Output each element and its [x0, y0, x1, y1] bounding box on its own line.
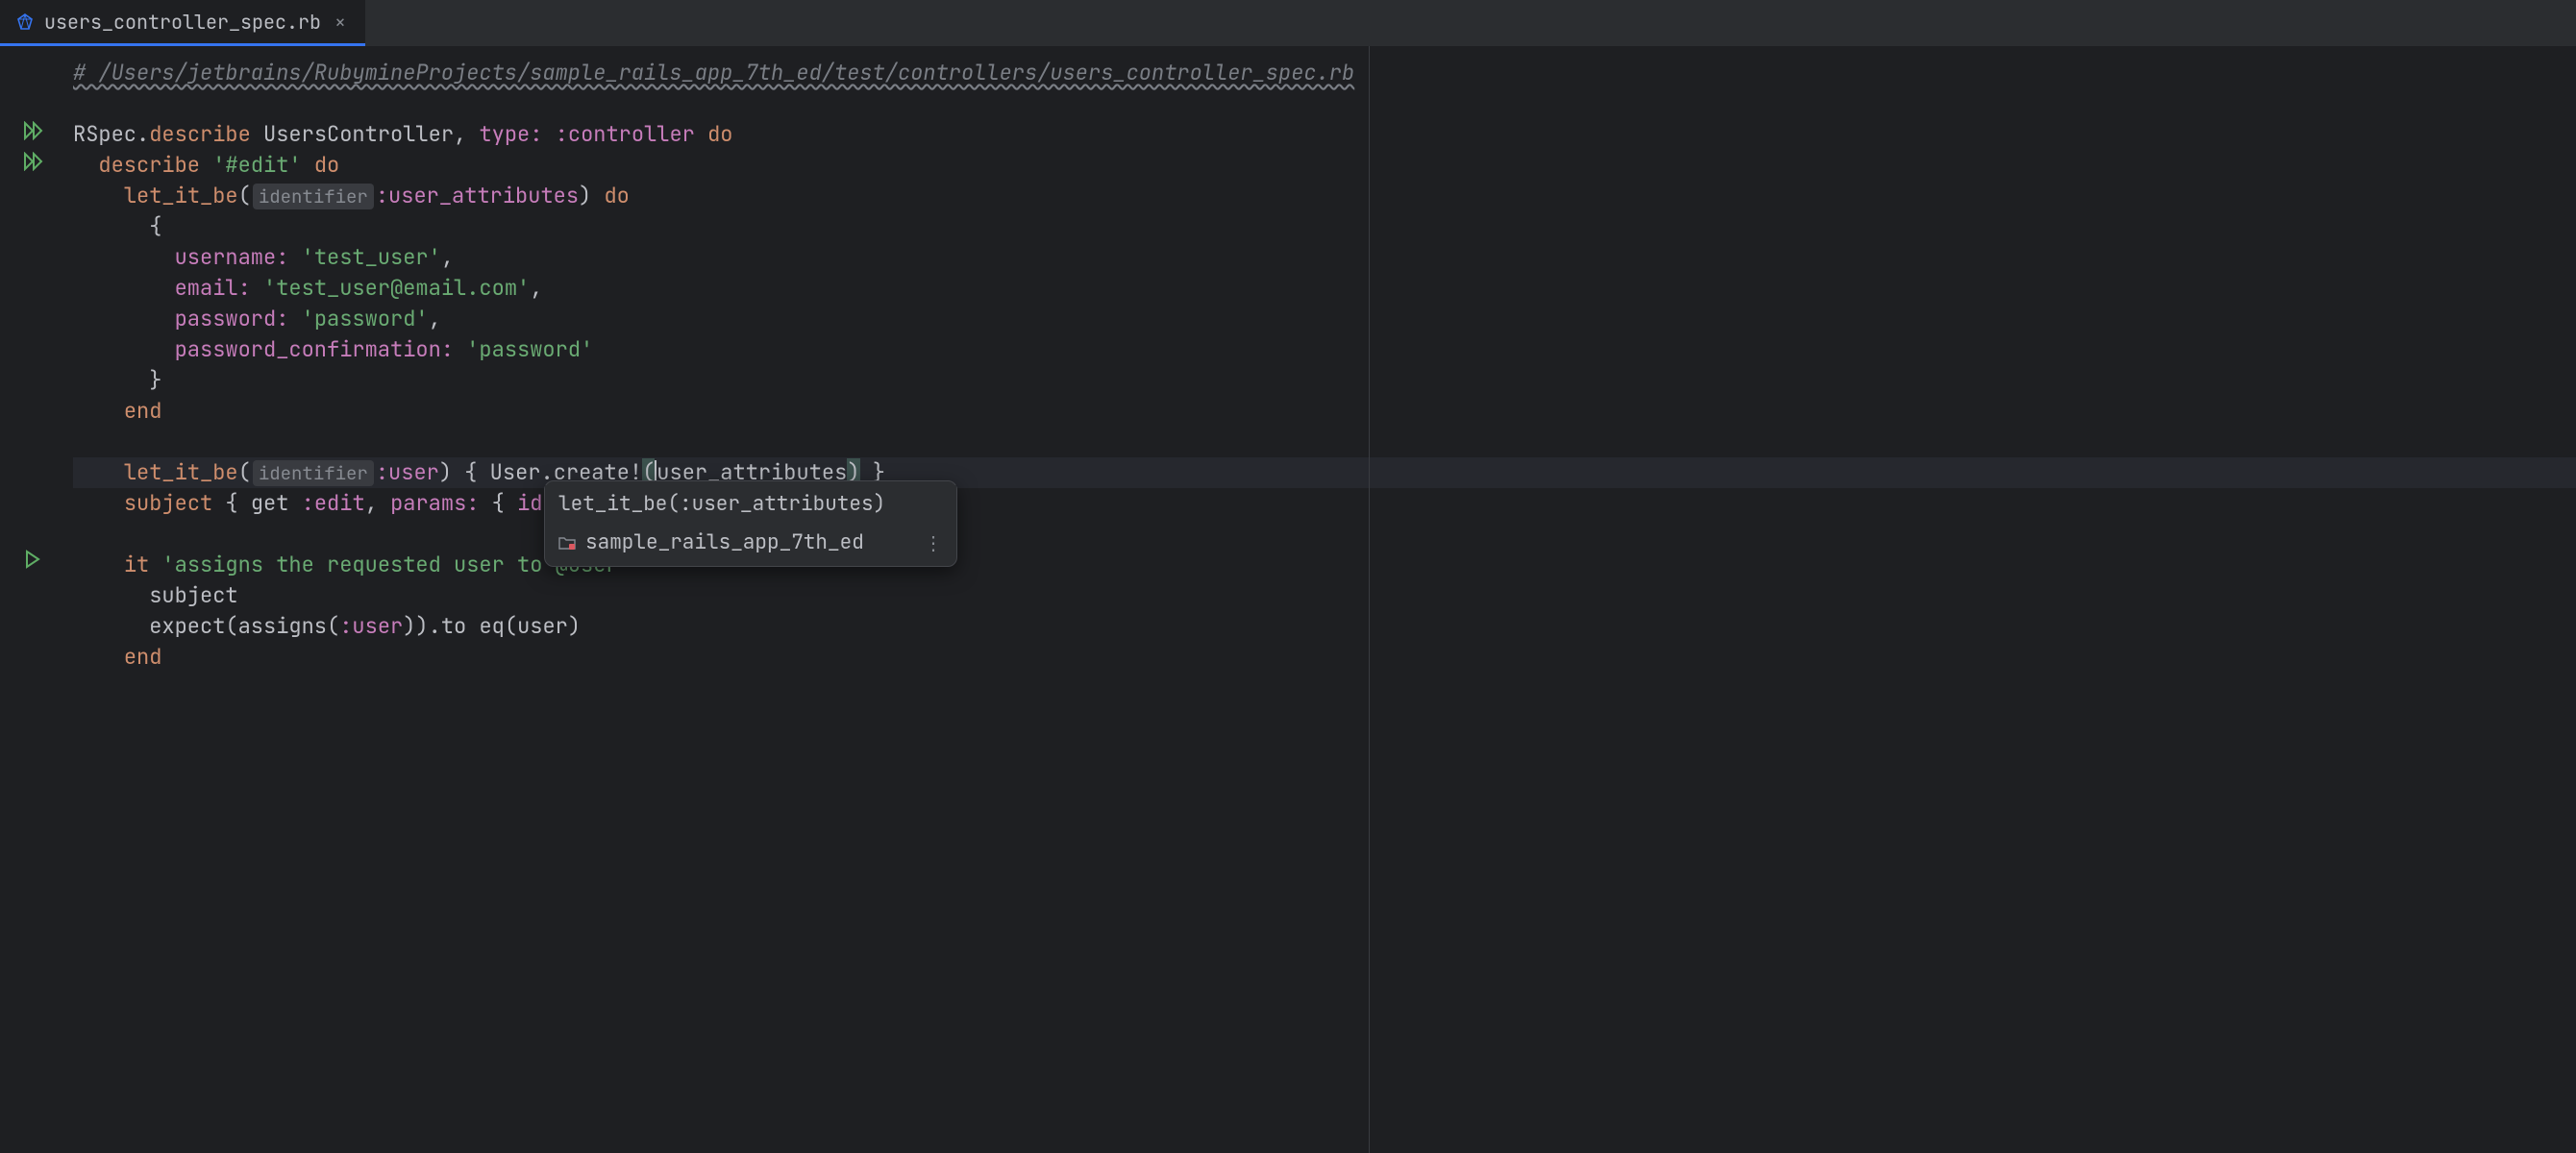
code-line: email: 'test_user@email.com',: [73, 273, 2576, 304]
completion-item[interactable]: sample_rails_app_7th_ed: [545, 524, 956, 562]
completion-item[interactable]: let_it_be(:user_attributes): [545, 485, 956, 524]
code-line: username: 'test_user',: [73, 242, 2576, 273]
code-line: password: 'password',: [73, 304, 2576, 334]
more-options-icon[interactable]: ⋮: [924, 527, 945, 558]
code-line: it 'assigns the requested user to @user': [73, 550, 2576, 580]
code-line: let_it_be(identifier:user_attributes) do: [73, 181, 2576, 211]
right-margin: [1369, 46, 1370, 1153]
code-line: subject { get :edit, params: { id: user.: [73, 488, 2576, 519]
completion-item-label: sample_rails_app_7th_ed: [585, 527, 864, 558]
tab-filename: users_controller_spec.rb: [44, 10, 321, 35]
code-editor[interactable]: # /Users/jetbrains/RubymineProjects/samp…: [62, 46, 2576, 1153]
param-hint: identifier: [253, 460, 374, 486]
close-icon[interactable]: ×: [331, 10, 350, 35]
code-line: # /Users/jetbrains/RubymineProjects/samp…: [73, 58, 2576, 88]
ruby-file-icon: [15, 12, 35, 32]
completion-item-label: let_it_be(:user_attributes): [558, 489, 885, 520]
path-comment: # /Users/jetbrains/RubymineProjects/samp…: [73, 59, 1354, 86]
code-line: {: [73, 211, 2576, 242]
code-line: }: [73, 365, 2576, 396]
project-folder-icon: [558, 535, 576, 551]
tab-bar: users_controller_spec.rb ×: [0, 0, 2576, 46]
editor-wrap: # /Users/jetbrains/RubymineProjects/samp…: [0, 46, 2576, 1153]
code-line-active: let_it_be(identifier:user) { User.create…: [73, 457, 2576, 488]
code-line: [73, 427, 2576, 457]
gutter: [0, 46, 62, 1153]
code-line: describe '#edit' do: [73, 150, 2576, 181]
run-test-icon[interactable]: [23, 550, 50, 576]
run-all-icon[interactable]: [23, 121, 50, 148]
code-line: expect(assigns(:user)).to eq(user): [73, 611, 2576, 642]
param-hint: identifier: [253, 184, 374, 209]
run-all-icon[interactable]: [23, 152, 50, 179]
code-line: end: [73, 642, 2576, 673]
code-line: password_confirmation: 'password': [73, 334, 2576, 365]
code-line: [73, 519, 2576, 550]
code-line: RSpec.describe UsersController, type: :c…: [73, 119, 2576, 150]
code-line: subject: [73, 580, 2576, 611]
code-line: end: [73, 396, 2576, 427]
code-line: [73, 88, 2576, 119]
completion-popup[interactable]: let_it_be(:user_attributes) sample_rails…: [544, 480, 957, 567]
file-tab[interactable]: users_controller_spec.rb ×: [0, 0, 365, 46]
